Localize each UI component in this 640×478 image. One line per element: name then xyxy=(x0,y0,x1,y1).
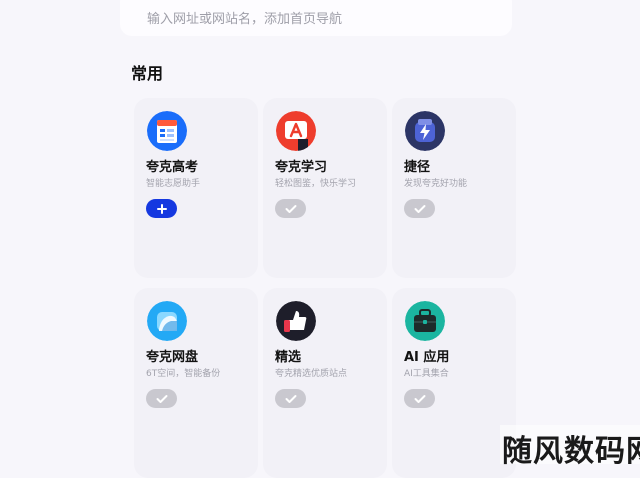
app-card-title: 捷径 xyxy=(404,160,431,175)
add-nav-input[interactable]: 输入网址或网站名，添加首页导航 xyxy=(120,0,512,36)
added-toggle-button[interactable] xyxy=(404,199,435,218)
app-card-title: 精选 xyxy=(275,350,302,365)
exam-calendar-icon xyxy=(147,111,187,151)
thumbs-up-icon xyxy=(276,301,316,341)
lightning-shortcut-icon xyxy=(405,111,445,151)
app-card-subtitle: 夸克精选优质站点 xyxy=(275,369,348,379)
app-card-ai-apps[interactable]: AI 应用 AI工具集合 xyxy=(392,288,516,478)
app-card-cloud-drive[interactable]: 夸克网盘 6T空间，智能备份 xyxy=(134,288,258,478)
app-card-subtitle: 轻松图鉴，快乐学习 xyxy=(275,179,357,189)
cloud-drive-icon xyxy=(147,301,187,341)
app-card-subtitle: 6T空间，智能备份 xyxy=(146,369,221,379)
study-a-icon xyxy=(276,111,316,151)
section-title: 常用 xyxy=(131,64,164,83)
briefcase-icon xyxy=(405,301,445,341)
add-nav-placeholder: 输入网址或网站名，添加首页导航 xyxy=(147,12,343,27)
watermark-text: 随风数码网 xyxy=(502,434,640,469)
check-icon xyxy=(156,394,167,403)
app-card-title: 夸克网盘 xyxy=(146,350,199,365)
watermark: 随风数码网 xyxy=(500,425,640,469)
app-card-gaokao[interactable]: 夸克高考 智能志愿助手 xyxy=(134,98,258,278)
app-card-title: 夸克学习 xyxy=(275,160,328,175)
app-card-shortcut[interactable]: 捷径 发现夸克好功能 xyxy=(392,98,516,278)
app-card-study[interactable]: 夸克学习 轻松图鉴，快乐学习 xyxy=(263,98,387,278)
app-card-subtitle: 发现夸克好功能 xyxy=(404,179,468,189)
app-card-subtitle: AI工具集合 xyxy=(404,369,449,379)
check-icon xyxy=(414,204,425,213)
added-toggle-button[interactable] xyxy=(146,389,177,408)
app-card-subtitle: 智能志愿助手 xyxy=(146,179,201,189)
added-toggle-button[interactable] xyxy=(404,389,435,408)
check-icon xyxy=(285,394,296,403)
app-card-title: AI 应用 xyxy=(404,350,450,365)
check-icon xyxy=(285,204,296,213)
add-app-button[interactable] xyxy=(146,199,177,218)
app-card-featured[interactable]: 精选 夸克精选优质站点 xyxy=(263,288,387,478)
plus-icon xyxy=(156,203,167,214)
added-toggle-button[interactable] xyxy=(275,389,306,408)
check-icon xyxy=(414,394,425,403)
app-card-title: 夸克高考 xyxy=(146,160,199,175)
added-toggle-button[interactable] xyxy=(275,199,306,218)
